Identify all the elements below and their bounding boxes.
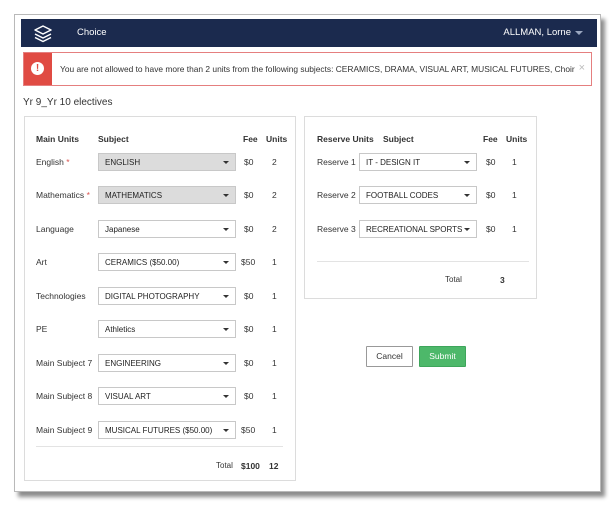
units-value: 1 — [512, 224, 517, 234]
dropdown-caret-icon — [223, 362, 229, 365]
subject-select-main-subject-7[interactable]: ENGINEERING — [98, 354, 236, 372]
row-label-main-subject-9: Main Subject 9 — [36, 425, 93, 435]
reserve-total-units: 3 — [500, 275, 505, 285]
fee-value: $0 — [486, 157, 496, 167]
fee-value: $0 — [244, 190, 254, 200]
dropdown-caret-icon — [223, 261, 229, 264]
cancel-button[interactable]: Cancel — [366, 346, 413, 367]
subject-select-reserve-3[interactable]: RECREATIONAL SPORTS — [359, 220, 477, 238]
header-reserve-units: Reserve Units — [317, 134, 374, 144]
divider — [317, 261, 529, 262]
units-value: 2 — [272, 157, 277, 167]
subject-select-mathematics[interactable]: MATHEMATICS — [98, 186, 236, 204]
row-label-main-subject-7: Main Subject 7 — [36, 358, 93, 368]
main-units-panel: Main Units Subject Fee Units English * E… — [24, 116, 296, 481]
dropdown-caret-icon — [464, 228, 470, 231]
row-label-reserve-2: Reserve 2 — [317, 190, 356, 200]
units-value: 1 — [272, 291, 277, 301]
user-menu[interactable]: ALLMAN, Lorne — [503, 27, 571, 38]
dropdown-caret-icon — [464, 194, 470, 197]
main-total-fee: $100 — [241, 461, 260, 471]
main-total-units: 12 — [269, 461, 279, 471]
subject-select-pe[interactable]: Athletics — [98, 320, 236, 338]
header-subject: Subject — [98, 134, 129, 144]
row-label-art: Art — [36, 257, 47, 267]
row-label-english: English * — [36, 157, 70, 167]
units-value: 2 — [272, 224, 277, 234]
section-title: Yr 9_Yr 10 electives — [23, 97, 113, 108]
header-units: Units — [266, 134, 288, 144]
fee-value: $0 — [244, 324, 254, 334]
dropdown-caret-icon — [223, 295, 229, 298]
subject-select-english[interactable]: ENGLISH — [98, 153, 236, 171]
main-total-label: Total — [216, 461, 233, 470]
fee-value: $0 — [244, 391, 254, 401]
app-window: Choice ALLMAN, Lorne ! You are not allow… — [14, 14, 601, 492]
exclamation-icon: ! — [31, 62, 44, 75]
fee-value: $0 — [244, 224, 254, 234]
fee-value: $0 — [244, 358, 254, 368]
fee-value: $0 — [244, 291, 254, 301]
header-fee: Fee — [243, 134, 258, 144]
subject-select-reserve-1[interactable]: IT - DESIGN IT — [359, 153, 477, 171]
subject-select-art[interactable]: CERAMICS ($50.00) — [98, 253, 236, 271]
dropdown-caret-icon — [223, 228, 229, 231]
dropdown-caret-icon — [223, 194, 229, 197]
fee-value: $0 — [486, 224, 496, 234]
units-value: 1 — [272, 391, 277, 401]
subject-select-technologies[interactable]: DIGITAL PHOTOGRAPHY — [98, 287, 236, 305]
header-subject: Subject — [383, 134, 414, 144]
subject-select-reserve-2[interactable]: FOOTBALL CODES — [359, 186, 477, 204]
close-icon[interactable]: × — [579, 62, 585, 74]
header-units: Units — [506, 134, 528, 144]
row-label-reserve-1: Reserve 1 — [317, 157, 356, 167]
app-title: Choice — [77, 27, 107, 38]
header-main-units: Main Units — [36, 134, 79, 144]
alert-message: You are not allowed to have more than 2 … — [60, 64, 575, 74]
units-value: 1 — [512, 157, 517, 167]
error-alert: ! You are not allowed to have more than … — [23, 52, 592, 86]
row-label-pe: PE — [36, 324, 48, 334]
submit-button[interactable]: Submit — [419, 346, 466, 367]
dropdown-caret-icon — [223, 161, 229, 164]
fee-value: $0 — [244, 157, 254, 167]
chevron-down-icon[interactable] — [575, 31, 583, 35]
header-fee: Fee — [483, 134, 498, 144]
units-value: 2 — [272, 190, 277, 200]
dropdown-caret-icon — [223, 395, 229, 398]
row-label-language: Language — [36, 224, 74, 234]
top-navbar: Choice ALLMAN, Lorne — [21, 19, 597, 47]
row-label-mathematics: Mathematics * — [36, 190, 90, 200]
units-value: 1 — [512, 190, 517, 200]
fee-value: $50 — [241, 425, 256, 435]
reserve-units-panel: Reserve Units Subject Fee Units Reserve … — [304, 116, 537, 299]
dropdown-caret-icon — [223, 328, 229, 331]
dropdown-caret-icon — [223, 429, 229, 432]
row-label-reserve-3: Reserve 3 — [317, 224, 356, 234]
fee-value: $0 — [486, 190, 496, 200]
subject-select-main-subject-8[interactable]: VISUAL ART — [98, 387, 236, 405]
layers-logo-icon[interactable] — [33, 25, 53, 48]
alert-icon-box: ! — [24, 53, 52, 85]
reserve-total-label: Total — [445, 275, 462, 284]
subject-select-main-subject-9[interactable]: MUSICAL FUTURES ($50.00) — [98, 421, 236, 439]
units-value: 1 — [272, 425, 277, 435]
row-label-main-subject-8: Main Subject 8 — [36, 391, 93, 401]
divider — [36, 446, 283, 447]
units-value: 1 — [272, 257, 277, 267]
dropdown-caret-icon — [464, 161, 470, 164]
units-value: 1 — [272, 358, 277, 368]
units-value: 1 — [272, 324, 277, 334]
fee-value: $50 — [241, 257, 256, 267]
subject-select-language[interactable]: Japanese — [98, 220, 236, 238]
row-label-technologies: Technologies — [36, 291, 86, 301]
